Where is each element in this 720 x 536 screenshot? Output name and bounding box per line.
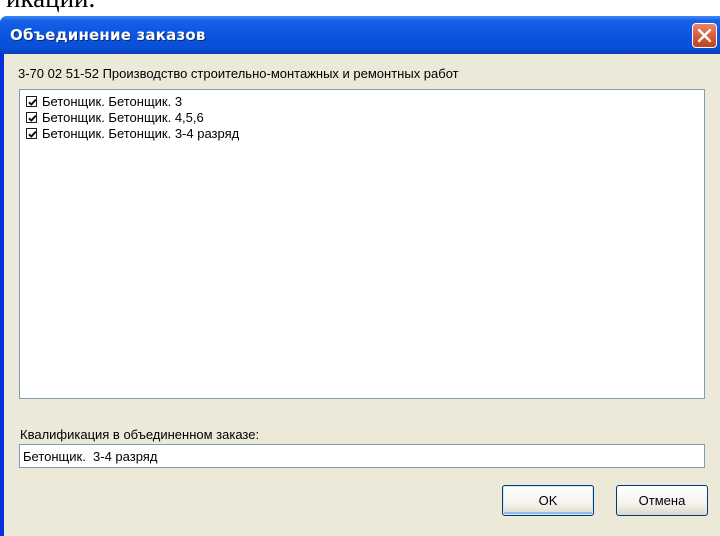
checkmark-icon [28,98,37,106]
dialog-client-area: 3-70 02 51-52 Производство строительно-м… [4,54,720,536]
list-item[interactable]: Бетонщик. Бетонщик. 4,5,6 [26,109,204,125]
dialog-window: Объединение заказов 3-70 02 51-52 Произв… [0,16,720,536]
checkmark-icon [28,114,37,122]
title-bar[interactable]: Объединение заказов [0,16,720,54]
dialog-title: Объединение заказов [10,26,206,44]
ok-button[interactable]: OK [502,485,594,516]
item-checkbox[interactable] [26,111,37,123]
list-item-label: Бетонщик. Бетонщик. 3 [42,93,183,109]
qualification-label: Квалификация в объединенном заказе: [20,427,260,442]
list-item[interactable]: Бетонщик. Бетонщик. 3-4 разряд [26,125,239,141]
qualification-input[interactable] [19,444,705,468]
close-icon [697,28,712,43]
cancel-button[interactable]: Отмена [616,485,708,516]
orders-checklist[interactable]: Бетонщик. Бетонщик. 3 Бетонщик. Бетонщик… [19,89,705,399]
item-checkbox[interactable] [26,127,37,139]
specialty-header: 3-70 02 51-52 Производство строительно-м… [18,66,459,81]
list-item-label: Бетонщик. Бетонщик. 3-4 разряд [42,125,240,141]
checkmark-icon [28,130,37,138]
close-button[interactable] [692,23,717,48]
item-checkbox[interactable] [26,95,37,107]
list-item[interactable]: Бетонщик. Бетонщик. 3 [26,93,182,109]
list-item-label: Бетонщик. Бетонщик. 4,5,6 [42,109,204,125]
